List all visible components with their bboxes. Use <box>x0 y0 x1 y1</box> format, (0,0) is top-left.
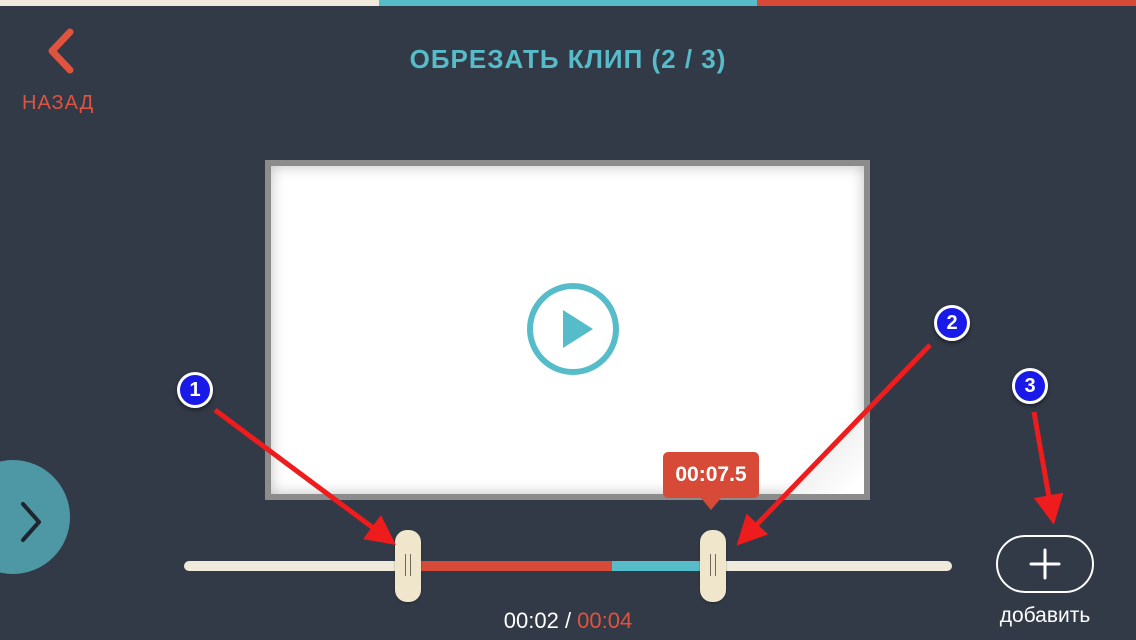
step-progress-segment-1 <box>0 0 379 6</box>
add-clip-label: добавить <box>999 604 1091 627</box>
annotation-arrow-3 <box>1031 411 1064 525</box>
annotation-badge-3: 3 <box>1012 368 1048 404</box>
play-button[interactable] <box>525 281 621 377</box>
trim-start-handle[interactable] <box>395 530 421 602</box>
trim-timeline[interactable] <box>184 561 952 571</box>
step-progress-segment-3 <box>757 0 1136 6</box>
trim-time-tooltip: 00:07.5 <box>663 452 759 510</box>
trim-played-range <box>612 561 714 571</box>
current-time: 00:02 <box>503 608 559 633</box>
page-curl-decoration <box>744 374 864 494</box>
time-separator: / <box>558 608 578 633</box>
annotation-badge-2: 2 <box>934 305 970 341</box>
trim-end-handle[interactable] <box>700 530 726 602</box>
total-time: 00:04 <box>577 608 633 633</box>
page-title: ОБРЕЗАТЬ КЛИП (2 / 3) <box>409 44 727 74</box>
video-canvas <box>271 166 864 494</box>
grip-icon <box>710 554 716 576</box>
time-readout: 00:02 / 00:04 <box>0 608 1136 634</box>
trim-selected-range <box>410 561 612 571</box>
chevron-right-icon <box>21 502 41 542</box>
add-clip-button[interactable] <box>996 535 1094 593</box>
next-step-button[interactable] <box>0 460 70 574</box>
play-circle-icon <box>527 283 619 375</box>
plus-icon <box>1029 548 1061 580</box>
annotation-badge-1: 1 <box>177 372 213 408</box>
back-label: НАЗАД <box>22 92 95 114</box>
grip-icon <box>405 554 411 576</box>
video-preview[interactable] <box>265 160 870 500</box>
step-progress-segment-2 <box>378 0 758 6</box>
step-progress-strip <box>0 0 1136 6</box>
